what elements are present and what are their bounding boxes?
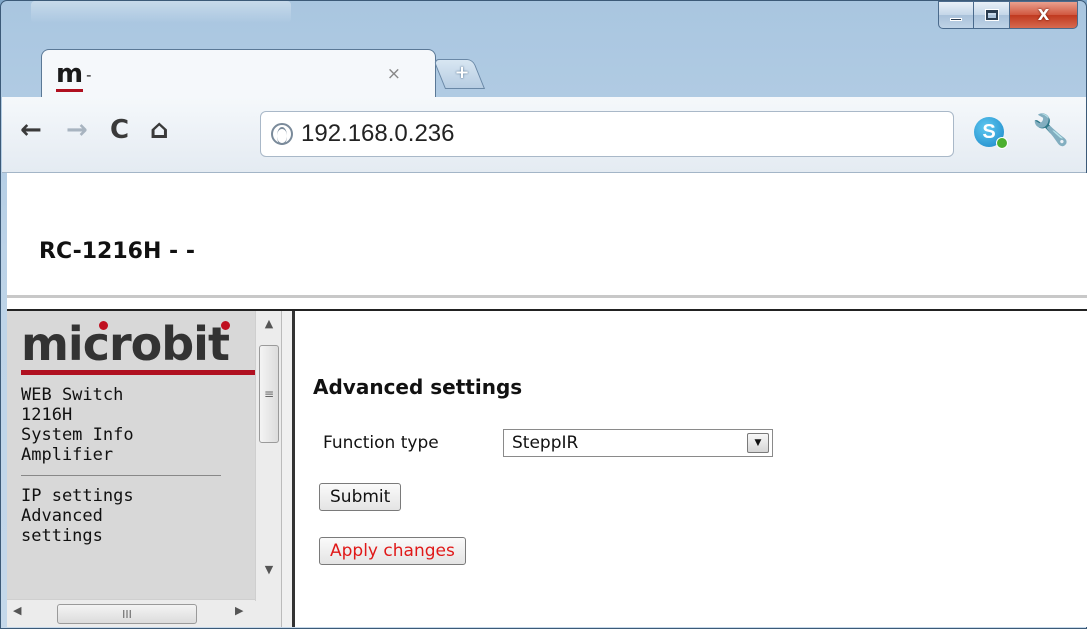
scroll-right-icon[interactable]: ▶: [235, 604, 243, 617]
function-type-label: Function type: [323, 433, 439, 453]
microbit-logo: microbit: [21, 319, 249, 370]
url-text: 192.168.0.236: [301, 120, 455, 147]
new-tab-plus-icon[interactable]: +: [451, 61, 473, 83]
function-type-select[interactable]: SteppIR ▼: [503, 429, 773, 457]
maximize-button[interactable]: [974, 1, 1010, 29]
forward-icon[interactable]: →: [66, 115, 88, 145]
globe-icon: [271, 123, 293, 145]
navigation-content: microbit WEB Switch 1216H System Info Am…: [21, 319, 257, 546]
apply-changes-button[interactable]: Apply changes: [319, 537, 466, 565]
skype-extension-icon[interactable]: S: [974, 117, 1008, 149]
header-frame: RC-1216H - -: [7, 173, 1087, 298]
menu-item-1216h[interactable]: 1216H: [21, 405, 249, 425]
maximize-icon: [984, 9, 999, 21]
page-heading: Advanced settings: [313, 375, 523, 399]
menu-item-amplifier[interactable]: Amplifier: [21, 445, 249, 465]
scrollbar-corner: [255, 601, 281, 627]
logo-dot: [221, 321, 230, 330]
back-icon[interactable]: ←: [20, 115, 42, 145]
caption-buttons: X: [938, 1, 1078, 29]
web-page: RC-1216H - - microbit WEB Switch 1216H S…: [7, 173, 1087, 627]
menu-item-ip-settings[interactable]: IP settings: [21, 486, 249, 506]
skype-status-icon: [996, 137, 1008, 149]
frame-splitter[interactable]: [281, 311, 295, 627]
vertical-scrollbar[interactable]: ▲ ≡ ▼: [255, 311, 281, 601]
close-window-button[interactable]: X: [1010, 1, 1078, 29]
vertical-scroll-thumb[interactable]: ≡: [259, 345, 279, 443]
menu-item-web-switch[interactable]: WEB Switch: [21, 385, 249, 405]
minimize-button[interactable]: [938, 1, 974, 29]
reload-icon[interactable]: C: [110, 115, 129, 145]
minimize-icon: [950, 17, 962, 21]
browser-tab[interactable]: m - ×: [41, 49, 436, 97]
chevron-down-icon[interactable]: ▼: [747, 433, 769, 453]
browser-toolbar: ← → C ⌂ 192.168.0.236 S 🔧: [2, 97, 1086, 173]
brand-text: microbit: [21, 317, 230, 371]
menu-group-status: WEB Switch 1216H System Info Amplifier: [21, 385, 249, 465]
content-frame: Advanced settings Function type SteppIR …: [299, 311, 1087, 627]
horizontal-scroll-thumb[interactable]: III: [57, 604, 197, 624]
tab-favicon: m: [56, 58, 84, 92]
scroll-left-icon[interactable]: ◀: [13, 604, 21, 617]
menu-item-advanced[interactable]: Advanced: [21, 506, 249, 526]
home-icon[interactable]: ⌂: [150, 115, 169, 145]
menu-item-settings[interactable]: settings: [21, 526, 249, 546]
menu-item-system-info[interactable]: System Info: [21, 425, 249, 445]
title-bar-glass: [31, 1, 291, 23]
address-bar[interactable]: 192.168.0.236: [260, 111, 954, 157]
tab-title: -: [86, 66, 92, 84]
submit-button[interactable]: Submit: [319, 483, 402, 511]
menu-separator: [21, 474, 221, 476]
browser-window: X m - × + ← → C ⌂ 192.168.0.236 S 🔧 RC-1…: [0, 0, 1087, 629]
menu-group-settings: IP settings Advanced settings: [21, 486, 249, 546]
scroll-up-icon[interactable]: ▲: [256, 313, 282, 333]
tab-close-icon[interactable]: ×: [387, 64, 401, 84]
scroll-down-icon[interactable]: ▼: [256, 559, 282, 579]
function-type-row: Function type SteppIR ▼: [323, 429, 773, 457]
horizontal-scrollbar[interactable]: ◀ III ▶: [7, 599, 255, 627]
navigation-frame: microbit WEB Switch 1216H System Info Am…: [7, 311, 281, 627]
function-type-value: SteppIR: [512, 433, 579, 453]
logo-dot: [99, 321, 108, 330]
close-icon: X: [1037, 6, 1050, 24]
device-title: RC-1216H - -: [39, 239, 195, 264]
wrench-icon[interactable]: 🔧: [1032, 113, 1069, 148]
